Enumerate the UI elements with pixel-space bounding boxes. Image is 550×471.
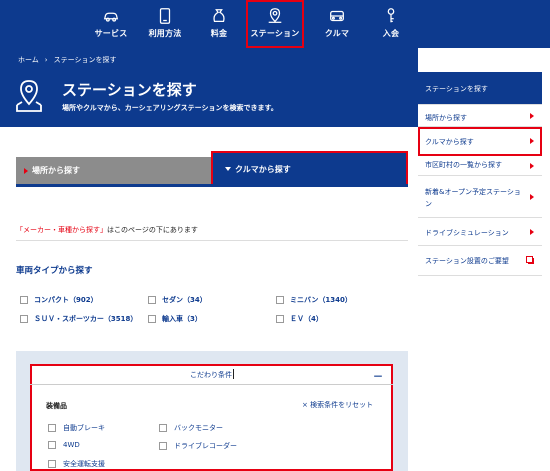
checkbox-label: コンパクト（902） xyxy=(34,296,98,304)
checkbox-label: 自動ブレーキ xyxy=(63,424,105,432)
checkbox-label: 輸入車（3） xyxy=(162,315,202,323)
nav-label: サービス xyxy=(94,29,128,38)
checkbox-label: ＥＶ（4） xyxy=(290,315,323,323)
checkbox-drive-recorder[interactable]: ドライブレコーダー xyxy=(159,441,237,451)
location-pin-icon xyxy=(16,80,42,112)
checkbox-label: ミニバン（1340） xyxy=(290,296,352,304)
equipment-label: 装備品 xyxy=(46,402,67,410)
checkbox-suv[interactable]: ＳＵＶ・スポーツカー（3518） xyxy=(20,314,137,324)
breadcrumb: ホーム › ステーションを探す xyxy=(0,48,418,72)
checkbox-label: 4WD xyxy=(63,441,80,449)
key-icon xyxy=(387,8,395,23)
nav-label: ステーション xyxy=(250,29,300,38)
arrow-right-icon xyxy=(530,228,534,235)
checkbox-box[interactable] xyxy=(48,460,56,468)
nav-label: 利用方法 xyxy=(148,29,182,38)
page-title: ステーションを探す xyxy=(62,81,197,99)
arrow-right-icon xyxy=(530,162,534,169)
maker-search-note: 「メーカー・車種から探す」はこのページの下にあります xyxy=(16,225,198,235)
nav-item-station[interactable]: ステーション xyxy=(246,0,304,48)
checkbox-minivan[interactable]: ミニバン（1340） xyxy=(276,295,352,305)
maker-search-link[interactable]: 「メーカー・車種から探す」 xyxy=(16,226,107,234)
sidebar-item-station-request[interactable]: ステーション設置のご要望 xyxy=(418,246,542,276)
arrow-right-icon xyxy=(530,138,534,144)
sidebar-item-car[interactable]: クルマから探す xyxy=(418,127,542,156)
checkbox-ev[interactable]: ＥＶ（4） xyxy=(276,314,323,324)
reset-filters-link[interactable]: × 検索条件をリセット xyxy=(302,400,373,410)
checkbox-box[interactable] xyxy=(48,424,56,432)
checkbox-box[interactable] xyxy=(148,315,156,323)
checkbox-label: 安全運転支援 xyxy=(63,460,105,468)
divider xyxy=(16,240,408,241)
filter-panel-title: こだわり条件 xyxy=(190,371,232,379)
checkbox-safety-assist[interactable]: 安全運転支援 xyxy=(48,459,105,469)
sidebar-item-label: クルマから探す xyxy=(425,138,474,146)
sidebar-item-label: 市区町村の一覧から探す xyxy=(425,161,502,169)
sidebar-item-place[interactable]: 場所から探す xyxy=(418,104,542,127)
checkbox-box[interactable] xyxy=(148,296,156,304)
arrow-right-icon xyxy=(530,112,534,119)
nav-label: 入会 xyxy=(382,29,400,38)
page-hero: ステーションを探す 場所やクルマから、カーシェアリングステーションを検索できます… xyxy=(0,72,418,127)
checkbox-label: セダン（34） xyxy=(162,296,207,304)
checkbox-box[interactable] xyxy=(20,315,28,323)
checkbox-label: ドライブレコーダー xyxy=(174,442,237,450)
checkbox-import[interactable]: 輸入車（3） xyxy=(148,314,202,324)
checkbox-label: ＳＵＶ・スポーツカー（3518） xyxy=(34,315,138,323)
nav-item-usage[interactable]: 利用方法 xyxy=(138,0,192,48)
nav-label: クルマ xyxy=(324,29,350,38)
checkbox-box[interactable] xyxy=(48,441,56,449)
breadcrumb-home[interactable]: ホーム xyxy=(18,55,39,65)
money-bag-icon xyxy=(213,9,225,23)
checkbox-compact[interactable]: コンパクト（902） xyxy=(20,295,98,305)
sidebar-item-city-list[interactable]: 市区町村の一覧から探す xyxy=(418,156,542,176)
vehicle-type-heading: 車両タイプから探す xyxy=(16,266,93,276)
checkbox-box[interactable] xyxy=(276,315,284,323)
arrow-right-icon xyxy=(530,193,534,200)
text-cursor xyxy=(233,369,234,379)
checkbox-auto-brake[interactable]: 自動ブレーキ xyxy=(48,423,105,433)
nav-item-join[interactable]: 入会 xyxy=(364,0,418,48)
sidebar-item-label: ステーション設置のご要望 xyxy=(425,257,509,265)
sidebar-item-new-stations[interactable]: 新着&オープン予定ステーション xyxy=(418,176,542,218)
tab-label: 場所から探す xyxy=(32,166,80,175)
sidebar-item-drive-simulation[interactable]: ドライブシミュレーション xyxy=(418,218,542,246)
arrow-down-icon xyxy=(225,167,231,171)
sidebar-item-label: 場所から探す xyxy=(425,114,467,122)
phone-icon xyxy=(159,8,171,24)
checkbox-box[interactable] xyxy=(159,442,167,450)
tab-label: クルマから探す xyxy=(235,165,291,174)
filter-panel-header[interactable]: こだわり条件 － xyxy=(30,364,393,385)
nav-label: 料金 xyxy=(210,29,228,38)
map-pin-icon xyxy=(268,8,282,23)
tab-car-search[interactable]: クルマから探す xyxy=(211,151,408,187)
breadcrumb-current: ステーションを探す xyxy=(53,56,117,64)
checkbox-back-monitor[interactable]: バックモニター xyxy=(159,423,223,433)
collapse-button[interactable]: － xyxy=(373,368,383,383)
arrow-right-icon xyxy=(24,168,28,174)
tab-place-search[interactable]: 場所から探す xyxy=(16,157,212,184)
nav-item-car[interactable]: クルマ xyxy=(310,0,364,48)
note-text: はこのページの下にあります xyxy=(107,226,198,234)
checkbox-sedan[interactable]: セダン（34） xyxy=(148,295,207,305)
breadcrumb-separator: › xyxy=(44,56,48,64)
checkbox-box[interactable] xyxy=(276,296,284,304)
nav-item-price[interactable]: 料金 xyxy=(192,0,246,48)
sidebar-title: ステーションを探す xyxy=(418,72,542,104)
checkbox-4wd[interactable]: 4WD xyxy=(48,441,80,449)
page-subtitle: 場所やクルマから、カーシェアリングステーションを検索できます。 xyxy=(62,104,278,112)
external-link-icon xyxy=(526,256,534,264)
tab-underline xyxy=(16,184,408,187)
sidebar-item-label: 新着&オープン予定ステーション xyxy=(425,188,521,208)
checkbox-box[interactable] xyxy=(20,296,28,304)
car-front-icon xyxy=(330,10,344,22)
sidebar: ステーションを探す 場所から探す クルマから探す 市区町村の一覧から探す 新着&… xyxy=(418,72,542,276)
car-icon xyxy=(103,12,119,22)
sidebar-item-label: ドライブシミュレーション xyxy=(425,229,509,237)
checkbox-box[interactable] xyxy=(159,424,167,432)
top-nav: サービス 利用方法 料金 ステーション クルマ 入会 xyxy=(0,0,550,48)
checkbox-label: バックモニター xyxy=(174,424,223,432)
nav-item-service[interactable]: サービス xyxy=(84,0,138,48)
